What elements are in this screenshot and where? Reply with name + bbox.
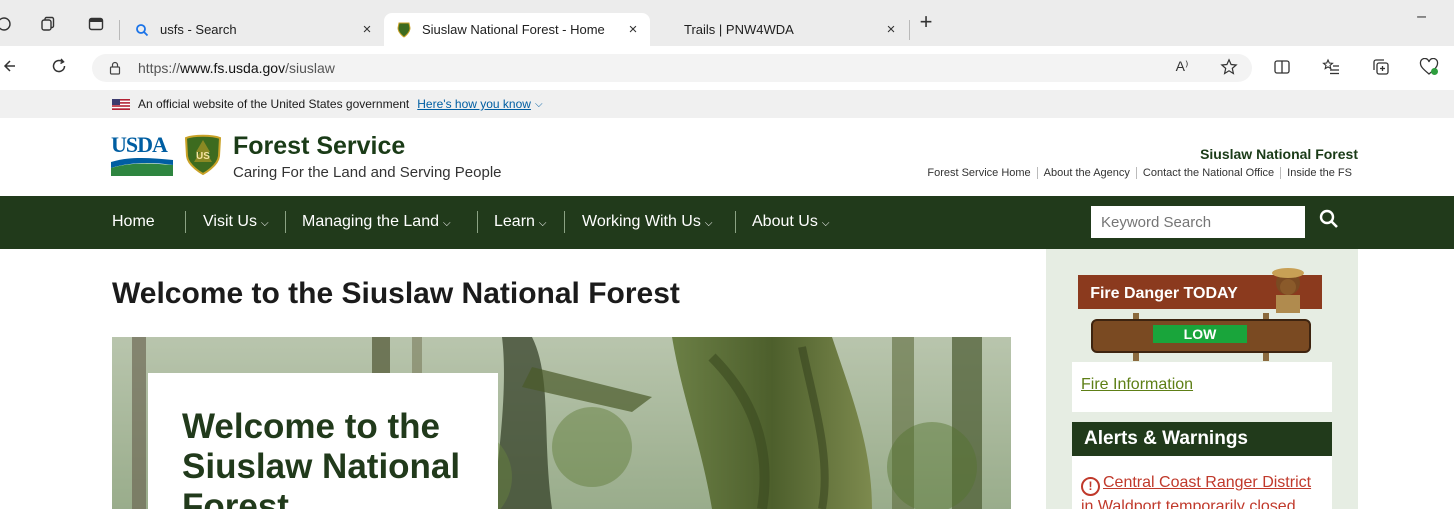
url-prefix: https://: [138, 60, 181, 76]
alerts-heading: Alerts & Warnings: [1072, 422, 1332, 456]
fire-information-link[interactable]: Fire Information: [1081, 376, 1193, 394]
search-icon: [134, 22, 150, 38]
us-flag-icon: [112, 98, 130, 110]
profile-icon[interactable]: [0, 14, 14, 34]
tab-divider: [909, 20, 910, 40]
nav-item-managing-the-land[interactable]: Managing the Land ⌵: [302, 213, 451, 231]
chevron-down-icon: ⌵: [443, 218, 451, 229]
forest-service-favicon-icon: [396, 22, 412, 38]
url-field[interactable]: https://www.fs.usda.gov/siuslaw: [92, 54, 1252, 82]
chevron-down-icon: ⌵: [704, 218, 713, 229]
nav-divider: [185, 211, 186, 233]
collections-icon[interactable]: [1370, 58, 1392, 81]
nav-divider: [735, 211, 736, 233]
minimize-icon[interactable]: –: [1417, 8, 1426, 26]
back-icon[interactable]: [2, 57, 16, 80]
tab-divider: [119, 20, 120, 40]
browser-tab-bar: usfs - Search × Siuslaw National Forest …: [0, 0, 1454, 46]
close-tab-icon[interactable]: ×: [882, 20, 900, 38]
heres-how-you-know-link[interactable]: Here's how you know: [417, 97, 531, 111]
hero-card-title: Welcome to the Siuslaw National Forest: [182, 407, 461, 509]
forest-service-shield-logo[interactable]: US: [184, 134, 222, 176]
workspaces-icon[interactable]: [38, 14, 58, 34]
gov-banner-text: An official website of the United States…: [138, 97, 410, 111]
keyword-search-input[interactable]: [1091, 206, 1305, 238]
usda-logo-hills-icon: [111, 158, 173, 176]
forest-name[interactable]: Siuslaw National Forest: [1200, 146, 1358, 162]
chevron-down-icon: ⌵: [821, 218, 830, 229]
nav-item-about-us[interactable]: About Us ⌵: [752, 213, 829, 231]
nav-label: Visit Us: [203, 213, 257, 230]
page-title: Welcome to the Siuslaw National Forest: [112, 277, 680, 310]
chevron-down-icon: ⌵: [260, 218, 269, 229]
main-nav: Home Visit Us ⌵ Managing the Land ⌵ Learn ⌵…: [0, 196, 1454, 249]
new-tab-icon[interactable]: +: [916, 9, 936, 34]
usda-logo-text: USDA: [111, 132, 168, 157]
browser-essentials-icon[interactable]: [1418, 57, 1440, 81]
tab-trails-pnw4wda[interactable]: Trails | PNW4WDA ×: [650, 13, 908, 46]
gov-banner: An official website of the United States…: [0, 90, 1454, 118]
nav-label: Managing the Land: [302, 213, 439, 230]
fire-danger-sign[interactable]: Fire Danger TODAY LOW: [1078, 263, 1328, 363]
nav-label: Home: [112, 213, 155, 230]
site-header: USDA US Forest Service Caring For the La…: [0, 118, 1454, 196]
split-screen-icon[interactable]: [1271, 58, 1293, 81]
favorite-star-icon[interactable]: [1218, 58, 1240, 81]
url-path: /siuslaw: [285, 60, 335, 76]
tab-title: Trails | PNW4WDA: [684, 22, 794, 37]
nav-item-working-with-us[interactable]: Working With Us ⌵: [582, 213, 712, 231]
alert-item[interactable]: ! Central Coast Ranger District in Waldpo…: [1081, 472, 1326, 509]
chevron-down-icon[interactable]: ⌵: [535, 99, 543, 110]
inside-the-fs-link[interactable]: Inside the FS: [1280, 167, 1358, 179]
utility-links: Forest Service Home About the Agency Con…: [921, 167, 1358, 179]
tab-title: Siuslaw National Forest - Home: [422, 22, 605, 37]
tab-actions-icon[interactable]: [86, 14, 106, 34]
alert-exclamation-icon: !: [1081, 477, 1100, 496]
nav-item-home[interactable]: Home: [112, 213, 155, 231]
chevron-down-icon: ⌵: [538, 218, 547, 229]
favorites-list-icon[interactable]: [1320, 58, 1342, 81]
nav-divider: [285, 211, 286, 233]
tab-siuslaw-home[interactable]: Siuslaw National Forest - Home ×: [384, 13, 650, 46]
tab-title: usfs - Search: [160, 22, 237, 37]
read-aloud-icon[interactable]: A⁾: [1171, 58, 1193, 75]
brand-title[interactable]: Forest Service: [233, 132, 405, 161]
usda-logo[interactable]: USDA: [111, 134, 173, 180]
brand-tagline: Caring For the Land and Serving People: [233, 164, 502, 181]
about-agency-link[interactable]: About the Agency: [1036, 167, 1136, 179]
url-host: www.fs.usda.gov: [180, 60, 286, 76]
lock-icon: [109, 61, 121, 75]
close-tab-icon[interactable]: ×: [358, 20, 376, 38]
nav-divider: [564, 211, 565, 233]
fire-danger-level: LOW: [1184, 326, 1217, 342]
alert-link[interactable]: Central Coast Ranger District in Waldpor…: [1081, 474, 1311, 509]
search-button[interactable]: [1318, 208, 1344, 234]
forest-service-home-link[interactable]: Forest Service Home: [921, 167, 1036, 179]
nav-label: Working With Us: [582, 213, 701, 230]
shield-text: US: [196, 151, 210, 162]
tab-usfs-search[interactable]: usfs - Search ×: [134, 13, 384, 46]
nav-label: About Us: [752, 213, 818, 230]
contact-national-office-link[interactable]: Contact the National Office: [1135, 167, 1280, 179]
close-tab-icon[interactable]: ×: [624, 20, 642, 38]
nav-item-visit-us[interactable]: Visit Us ⌵: [203, 213, 269, 231]
nav-label: Learn: [494, 213, 535, 230]
browser-address-bar: https://www.fs.usda.gov/siuslaw A⁾: [0, 46, 1454, 90]
nav-divider: [477, 211, 478, 233]
nav-item-learn[interactable]: Learn ⌵: [494, 213, 547, 231]
fire-danger-title: Fire Danger TODAY: [1090, 285, 1238, 302]
refresh-icon[interactable]: [50, 57, 68, 80]
search-icon: [1319, 209, 1338, 228]
